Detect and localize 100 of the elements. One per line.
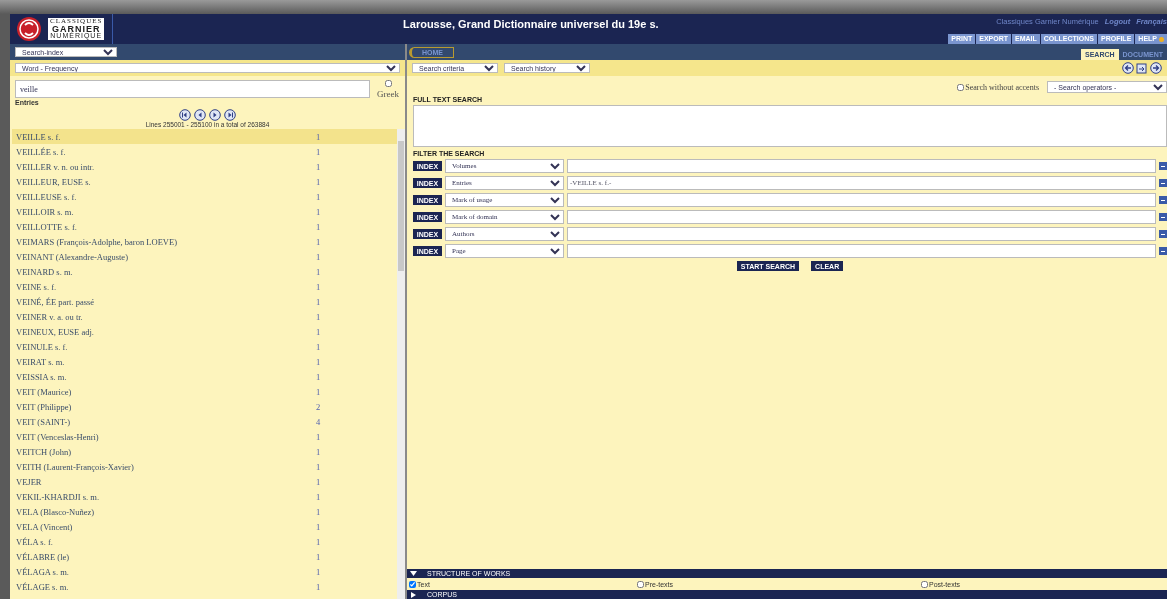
entry-row[interactable]: VÉLA s. f. 1 bbox=[12, 534, 397, 549]
entry-term: VEINÉ, ÉE part. passé bbox=[16, 296, 96, 307]
entry-row[interactable]: VEISSIA s. m. 1 bbox=[12, 369, 397, 384]
entry-count: 1 bbox=[316, 371, 321, 382]
entry-row[interactable]: VEIMARS (François-Adolphe, baron LOEVE) 1 bbox=[12, 234, 397, 249]
entry-row[interactable]: VEKIL-KHARDJI s. m. 1 bbox=[12, 489, 397, 504]
entry-row[interactable]: VEINER v. a. ou tr. 1 bbox=[12, 309, 397, 324]
accents-label: Search without accents bbox=[965, 82, 1039, 92]
entry-row[interactable]: VÉLAGA s. m. 1 bbox=[12, 564, 397, 579]
entry-row[interactable]: VEILLOIR s. m. 1 bbox=[12, 204, 397, 219]
entry-count: 1 bbox=[316, 476, 321, 487]
filter-field[interactable] bbox=[567, 210, 1156, 224]
entry-term: VEIT (SAINT-) bbox=[16, 416, 72, 427]
entry-count: 1 bbox=[316, 146, 321, 157]
entry-count: 1 bbox=[316, 206, 321, 217]
entry-row[interactable]: VEINULE s. f. 1 bbox=[12, 339, 397, 354]
entry-term: VEIT (Maurice) bbox=[16, 386, 73, 397]
last-page-icon[interactable] bbox=[224, 109, 236, 121]
remove-button[interactable] bbox=[1159, 247, 1167, 255]
entry-row[interactable]: VÉLAGE s. m. 1 bbox=[12, 579, 397, 594]
entry-row[interactable]: VEIRAT s. m. 1 bbox=[12, 354, 397, 369]
entry-row[interactable]: VELA (Blasco-Nuñez) 1 bbox=[12, 504, 397, 519]
entry-term: VÉLA s. f. bbox=[16, 536, 54, 547]
entry-count: 1 bbox=[316, 386, 321, 397]
export-icon[interactable] bbox=[1136, 62, 1148, 74]
entry-term: VEINEUX, EUSE adj. bbox=[16, 326, 95, 337]
entry-term: VEINARD s. m. bbox=[16, 266, 74, 277]
entry-term: VÉLABRE (le) bbox=[16, 551, 71, 562]
entry-row[interactable]: VEILLEUSE s. f. 1 bbox=[12, 189, 397, 204]
entry-row[interactable]: VÉLABRE (le) 1 bbox=[12, 549, 397, 564]
entry-term: VEKIL-KHARDJI s. m. bbox=[16, 491, 101, 502]
scrollbar[interactable] bbox=[397, 129, 405, 599]
entry-term: VEILLEUSE s. f. bbox=[16, 191, 78, 202]
search-field[interactable]: veille bbox=[15, 80, 370, 98]
remove-button[interactable] bbox=[1159, 213, 1167, 221]
entry-term: VEINANT (Alexandre-Auguste) bbox=[16, 251, 129, 262]
greek-checkbox[interactable] bbox=[384, 80, 392, 87]
entry-count: 1 bbox=[316, 536, 321, 547]
entry-term: VEILLÉE s. f. bbox=[16, 146, 67, 157]
remove-button[interactable] bbox=[1159, 230, 1167, 238]
forward-icon[interactable] bbox=[1150, 62, 1162, 74]
entry-row[interactable]: VEITH (Laurent-François-Xavier) 1 bbox=[12, 459, 397, 474]
first-page-icon[interactable] bbox=[179, 109, 191, 121]
entry-term: VEISSIA s. m. bbox=[16, 371, 68, 382]
entry-term: VEINE s. f. bbox=[16, 281, 58, 292]
entry-term: VEIT (Venceslas-Henri) bbox=[16, 431, 100, 442]
entry-count: 1 bbox=[316, 281, 321, 292]
entry-term: VEJER bbox=[16, 476, 43, 487]
entry-count: 1 bbox=[316, 566, 321, 577]
scroll-thumb[interactable] bbox=[398, 141, 404, 271]
option-checkbox[interactable] bbox=[637, 580, 644, 588]
entry-row[interactable]: VEIT (SAINT-) 4 bbox=[12, 414, 397, 429]
entry-row[interactable]: VEILLÉE s. f. 1 bbox=[12, 144, 397, 159]
entry-count: 1 bbox=[316, 296, 321, 307]
filter-field[interactable] bbox=[567, 227, 1156, 241]
entry-row[interactable]: VEINARD s. m. 1 bbox=[12, 264, 397, 279]
entry-row[interactable]: VEINANT (Alexandre-Auguste) 1 bbox=[12, 249, 397, 264]
entry-term: VÉLAGE s. m. bbox=[16, 581, 70, 592]
entry-row[interactable]: VEITCH (John) 1 bbox=[12, 444, 397, 459]
entry-count: 1 bbox=[316, 431, 321, 442]
filter-field[interactable] bbox=[567, 244, 1156, 258]
next-icon[interactable] bbox=[209, 109, 221, 121]
entry-term: VELA (Blasco-Nuñez) bbox=[16, 506, 96, 517]
option-checkbox[interactable] bbox=[921, 580, 928, 588]
entry-count: 1 bbox=[316, 236, 321, 247]
remove-button[interactable] bbox=[1159, 162, 1167, 170]
full-text-field[interactable] bbox=[413, 105, 1167, 147]
entry-count: 1 bbox=[316, 326, 321, 337]
entry-term: VEINER v. a. ou tr. bbox=[16, 311, 84, 322]
entry-count: 1 bbox=[316, 266, 321, 277]
entry-count: 1 bbox=[316, 506, 321, 517]
entry-row[interactable]: VELA (Vincent) 1 bbox=[12, 519, 397, 534]
entry-row[interactable]: VEIT (Venceslas-Henri) 1 bbox=[12, 429, 397, 444]
filter-field[interactable] bbox=[567, 193, 1156, 207]
entry-term: VÉLAGA s. m. bbox=[16, 566, 70, 577]
entry-count: 1 bbox=[316, 191, 321, 202]
entry-row[interactable]: VEIT (Maurice) 1 bbox=[12, 384, 397, 399]
entry-row[interactable]: VEILLEUR, EUSE s. 1 bbox=[12, 174, 397, 189]
entry-term: VEIRAT s. m. bbox=[16, 356, 66, 367]
entry-row[interactable]: VEINE s. f. 1 bbox=[12, 279, 397, 294]
accents-checkbox[interactable] bbox=[957, 83, 965, 91]
entry-row[interactable]: VEINEUX, EUSE adj. 1 bbox=[12, 324, 397, 339]
entry-row[interactable]: VEJER 1 bbox=[12, 474, 397, 489]
previous-icon[interactable] bbox=[194, 109, 206, 121]
entry-row[interactable]: VEILLER v. n. ou intr. 1 bbox=[12, 159, 397, 174]
entry-row[interactable]: VEILLE s. f. 1 bbox=[12, 129, 397, 144]
entry-term: VEIT (Philippe) bbox=[16, 401, 73, 412]
option-checkbox[interactable] bbox=[409, 580, 416, 588]
remove-button[interactable] bbox=[1159, 196, 1167, 204]
entry-count: 1 bbox=[316, 221, 321, 232]
entry-row[interactable]: VEIT (Philippe) 2 bbox=[12, 399, 397, 414]
entry-count: 2 bbox=[316, 401, 321, 412]
filter-field[interactable] bbox=[567, 159, 1156, 173]
logo-icon bbox=[16, 16, 42, 42]
entry-term: VEILLE s. f. bbox=[16, 131, 62, 142]
entry-count: 1 bbox=[316, 581, 321, 592]
entry-row[interactable]: VEINÉ, ÉE part. passé 1 bbox=[12, 294, 397, 309]
back-icon[interactable] bbox=[1122, 62, 1134, 74]
remove-button[interactable] bbox=[1159, 179, 1167, 187]
entry-row[interactable]: VEILLOTTE s. f. 1 bbox=[12, 219, 397, 234]
